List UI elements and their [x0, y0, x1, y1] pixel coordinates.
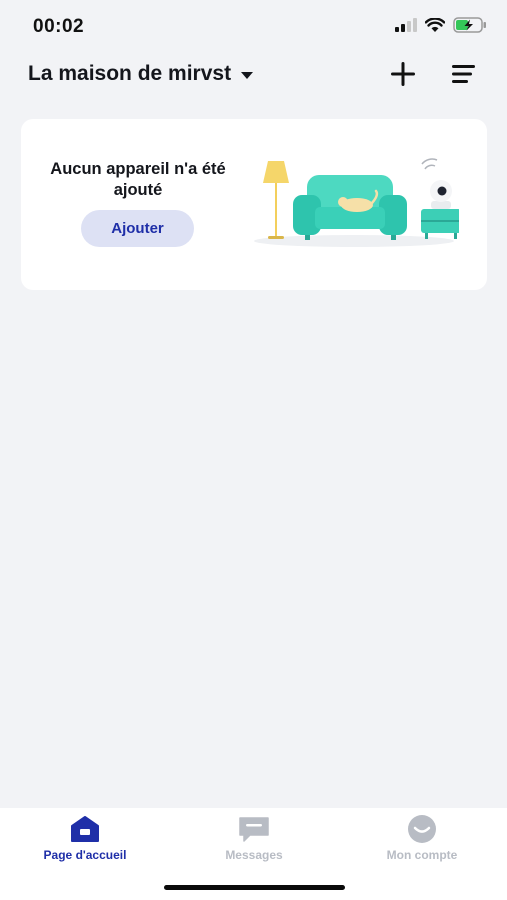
empty-devices-card: Aucun appareil n'a été ajouté Ajouter: [21, 119, 487, 290]
tab-messages-label: Messages: [225, 848, 283, 862]
add-button[interactable]: [388, 59, 418, 89]
empty-message: Aucun appareil n'a été ajouté: [50, 160, 226, 199]
tab-messages[interactable]: Messages: [184, 814, 324, 862]
message-icon: [239, 817, 269, 842]
caret-down-icon: [241, 72, 254, 79]
wifi-icon: [425, 17, 445, 32]
plus-icon: [391, 62, 415, 86]
status-bar: 00:02: [0, 0, 507, 50]
account-icon: [408, 815, 436, 843]
menu-button[interactable]: [449, 59, 479, 89]
living-room-illustration: [254, 158, 459, 247]
home-selector[interactable]: La maison de mirvst: [28, 62, 254, 86]
menu-icon: [452, 65, 475, 83]
status-icons: [395, 17, 487, 33]
status-time: 00:02: [33, 16, 85, 37]
add-device-button[interactable]: Ajouter: [81, 210, 194, 247]
tab-home-label: Page d'accueil: [43, 848, 127, 862]
signal-icon: [395, 18, 417, 32]
tab-account-label: Mon compte: [386, 848, 458, 862]
header: La maison de mirvst: [0, 55, 507, 95]
tab-account[interactable]: Mon compte: [352, 814, 492, 862]
tab-home[interactable]: Page d'accueil: [15, 814, 155, 862]
battery-charging-icon: [453, 17, 486, 33]
home-indicator: [164, 885, 345, 890]
home-icon: [71, 816, 99, 842]
home-title: La maison de mirvst: [28, 62, 232, 85]
